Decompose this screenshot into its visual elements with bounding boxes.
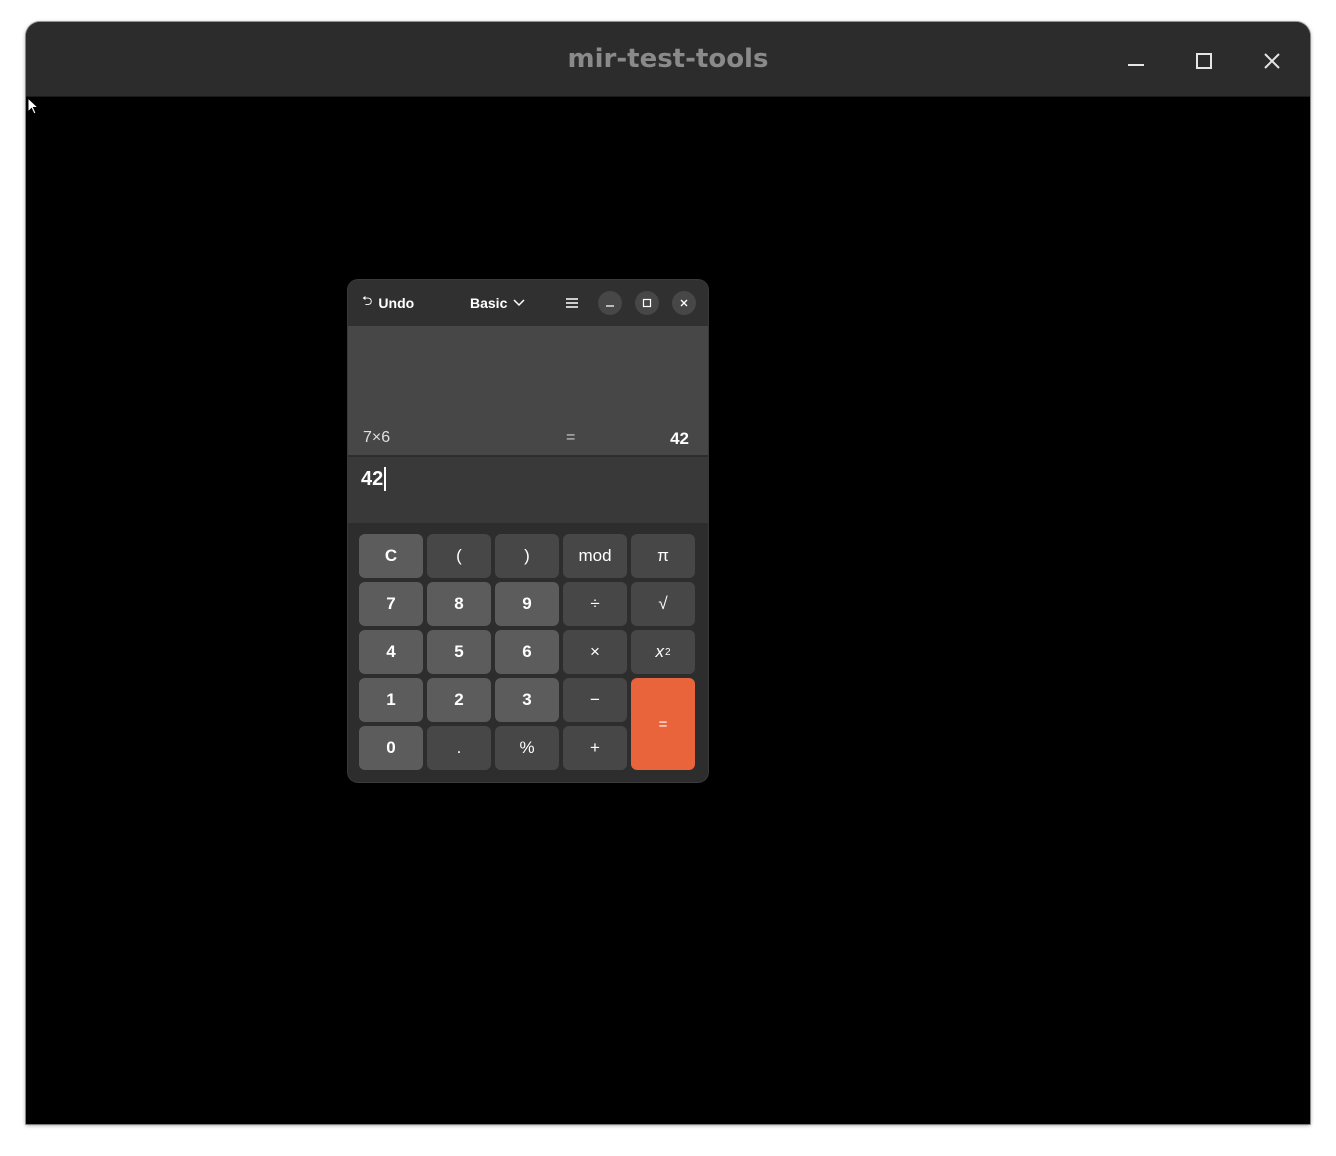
chevron-down-icon (513, 299, 525, 307)
undo-icon: ⮌ (362, 293, 373, 308)
digit-9-key[interactable]: 9 (495, 582, 559, 626)
clear-key[interactable]: C (359, 534, 423, 578)
digit-5-key[interactable]: 5 (427, 630, 491, 674)
window-titlebar[interactable]: mir-test-tools (26, 22, 1310, 97)
digit-7-key[interactable]: 7 (359, 582, 423, 626)
calc-minimize-button[interactable] (598, 291, 622, 315)
decimal-point-key[interactable]: . (427, 726, 491, 770)
mod-key[interactable]: mod (563, 534, 627, 578)
mode-dropdown[interactable]: Basic (470, 291, 525, 315)
multiply-key[interactable]: × (563, 630, 627, 674)
digit-0-key[interactable]: 0 (359, 726, 423, 770)
calc-close-button[interactable] (672, 291, 696, 315)
plus-key[interactable]: + (563, 726, 627, 770)
minimize-icon (1128, 64, 1144, 66)
digit-8-key[interactable]: 8 (427, 582, 491, 626)
digit-1-key[interactable]: 1 (359, 678, 423, 722)
digit-4-key[interactable]: 4 (359, 630, 423, 674)
close-icon (1264, 53, 1280, 69)
undo-button[interactable]: ⮌ Undo (362, 291, 414, 315)
calculator-headerbar[interactable]: ⮌ Undo Basic (348, 280, 708, 326)
square-key-exponent: 2 (664, 646, 671, 658)
close-icon (680, 299, 688, 307)
minimize-button[interactable] (1116, 41, 1156, 81)
pi-key[interactable]: π (631, 534, 695, 578)
digit-2-key[interactable]: 2 (427, 678, 491, 722)
close-button[interactable] (1252, 41, 1292, 81)
history-panel: 7×6 = 42 (348, 326, 708, 456)
history-expression[interactable]: 7×6 (363, 429, 390, 447)
maximize-icon (1196, 53, 1212, 69)
digit-6-key[interactable]: 6 (495, 630, 559, 674)
keypad: C ( ) mod π 7 8 9 ÷ √ 4 5 6 × x2 1 2 3 −… (359, 534, 697, 774)
calculator-window: ⮌ Undo Basic 7×6 = 42 42 C () mod π 7 8… (348, 280, 708, 782)
mouse-pointer-icon (27, 97, 39, 115)
equation-entry[interactable]: 42 (348, 457, 708, 523)
square-key[interactable]: x2 (631, 630, 695, 674)
main-menu-button[interactable] (560, 291, 584, 315)
percent-key[interactable]: % (495, 726, 559, 770)
app-window: mir-test-tools ⮌ Undo Basic 7×6 = 42 42 … (26, 22, 1310, 1124)
minus-key[interactable]: − (563, 678, 627, 722)
entry-value[interactable]: 42 (361, 467, 387, 491)
undo-label: Undo (378, 295, 415, 311)
equals-key[interactable]: = (631, 678, 695, 770)
maximize-button[interactable] (1184, 41, 1224, 81)
calc-maximize-button[interactable] (635, 291, 659, 315)
divide-key[interactable]: ÷ (563, 582, 627, 626)
hamburger-menu-icon (566, 298, 578, 308)
history-result[interactable]: 42 (670, 429, 689, 449)
mode-label: Basic (470, 295, 508, 311)
sqrt-key[interactable]: √ (631, 582, 695, 626)
close-paren-key[interactable]: ) (495, 534, 559, 578)
history-equals-sign: = (566, 429, 576, 446)
minimize-icon (606, 305, 614, 307)
maximize-icon (642, 298, 652, 308)
square-key-base: x (655, 642, 664, 661)
open-paren-key[interactable]: ( (427, 534, 491, 578)
digit-3-key[interactable]: 3 (495, 678, 559, 722)
